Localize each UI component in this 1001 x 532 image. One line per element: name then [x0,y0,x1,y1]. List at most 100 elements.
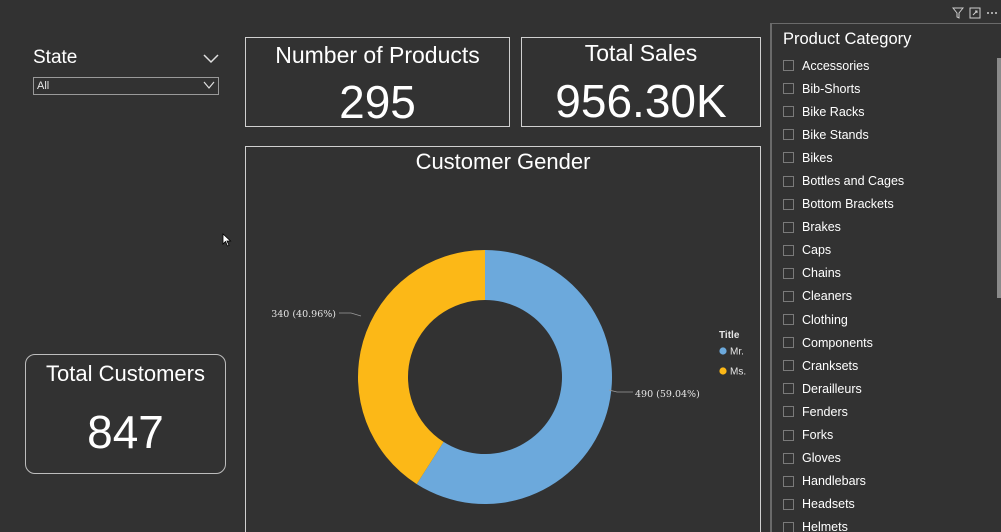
category-label: Bib-Shorts [802,81,861,96]
checkbox[interactable] [783,452,794,464]
category-label: Forks [802,428,834,443]
legend-marker [719,367,727,375]
checkbox[interactable] [783,267,794,279]
category-item[interactable]: Derailleurs [783,377,904,400]
category-label: Bike Racks [802,104,865,119]
category-label: Gloves [802,451,841,466]
card-value: 847 [87,406,164,458]
focus-mode-icon[interactable] [969,6,981,19]
product-category-list: Accessories Bib-Shorts Bike Racks Bike Stan… [783,54,904,532]
customer-gender-chart[interactable]: Customer Gender 490 (59.04%) 340 (40.96%)… [245,146,761,532]
category-label: Components [802,335,873,350]
checkbox[interactable] [783,106,794,118]
card-title: Number of Products [275,42,480,68]
category-label: Cleaners [802,289,853,304]
leader-line [339,312,362,317]
checkbox[interactable] [783,337,794,349]
category-label: Bikes [802,150,833,165]
category-item[interactable]: Cranksets [783,354,904,377]
category-label: Caps [802,243,832,258]
checkbox[interactable] [783,129,794,141]
report-canvas: State All Number of Products 295 Total S… [0,0,1001,532]
checkbox[interactable] [783,314,794,326]
category-item[interactable]: Headsets [783,493,904,516]
category-item[interactable]: Gloves [783,447,904,470]
category-item[interactable]: Bike Racks [783,100,904,123]
category-label: Brakes [802,220,841,235]
data-label: 340 (40.96%) [271,309,336,320]
category-item[interactable]: Brakes [783,216,904,239]
category-item[interactable]: Fenders [783,400,904,423]
category-label: Cranksets [802,358,859,373]
category-item[interactable]: Helmets [783,516,904,532]
checkbox[interactable] [783,244,794,256]
checkbox[interactable] [783,175,794,187]
category-item[interactable]: Bikes [783,146,904,169]
number-of-products-card[interactable]: Number of Products 295 [245,37,510,127]
scrollbar-thumb[interactable] [997,58,1001,298]
legend-title: Title [719,330,740,341]
category-label: Headsets [802,497,855,512]
card-value: 295 [339,76,416,128]
category-item[interactable]: Bottles and Cages [783,169,904,192]
legend-marker [719,347,727,355]
checkbox[interactable] [783,498,794,510]
category-item[interactable]: Components [783,331,904,354]
legend-item[interactable]: Mr. [730,347,744,358]
category-label: Bottles and Cages [802,174,905,189]
chevron-down-icon[interactable] [203,50,219,66]
legend-item[interactable]: Ms. [730,367,746,378]
checkbox[interactable] [783,198,794,210]
leader-line [608,389,633,393]
category-item[interactable]: Caps [783,239,904,262]
card-title: Total Customers [46,361,205,386]
category-label: Fenders [802,404,848,419]
category-item[interactable]: Accessories [783,54,904,77]
category-label: Handlebars [802,474,866,489]
checkbox[interactable] [783,475,794,487]
checkbox[interactable] [783,406,794,418]
category-label: Clothing [802,312,848,327]
category-item[interactable]: Forks [783,424,904,447]
state-slicer-title: State [33,47,78,68]
category-item[interactable]: Bib-Shorts [783,77,904,100]
checkbox[interactable] [783,221,794,233]
category-label: Derailleurs [802,381,862,396]
donut-chart-svg[interactable]: 490 (59.04%) 340 (40.96%) Title Mr. Ms. [246,147,760,532]
category-item[interactable]: Cleaners [783,285,904,308]
checkbox[interactable] [783,290,794,302]
category-item[interactable]: Chains [783,262,904,285]
total-customers-card[interactable]: Total Customers 847 [25,354,226,474]
category-label: Helmets [802,520,848,532]
data-label: 490 (59.04%) [635,389,700,400]
card-title: Total Sales [584,40,698,66]
product-category-title: Product Category [783,30,912,48]
product-category-slicer: Product Category Accessories Bib-Shorts Bi… [770,23,1001,532]
state-dropdown[interactable]: All [33,77,219,95]
checkbox[interactable] [783,429,794,441]
category-label: Bike Stands [802,127,869,142]
chevron-down-icon [203,80,215,93]
checkbox[interactable] [783,83,794,95]
donut-slice-ms[interactable] [357,250,485,485]
state-slicer: State All [33,44,219,95]
card-value: 956.30K [555,75,727,127]
state-slicer-header[interactable]: State [33,44,219,72]
category-item[interactable]: Handlebars [783,470,904,493]
filter-icon[interactable] [951,6,965,19]
state-dropdown-value: All [37,80,50,92]
category-label: Chains [802,266,841,281]
checkbox[interactable] [783,521,794,532]
category-label: Bottom Brackets [802,197,894,212]
category-item[interactable]: Clothing [783,308,904,331]
checkbox[interactable] [783,360,794,372]
checkbox[interactable] [783,60,794,72]
more-options-icon[interactable] [986,6,998,18]
mouse-cursor-icon [222,233,232,247]
checkbox[interactable] [783,383,794,395]
category-label: Accessories [802,58,870,73]
total-sales-card[interactable]: Total Sales 956.30K [521,37,761,127]
category-item[interactable]: Bike Stands [783,123,904,146]
checkbox[interactable] [783,152,794,164]
category-item[interactable]: Bottom Brackets [783,193,904,216]
